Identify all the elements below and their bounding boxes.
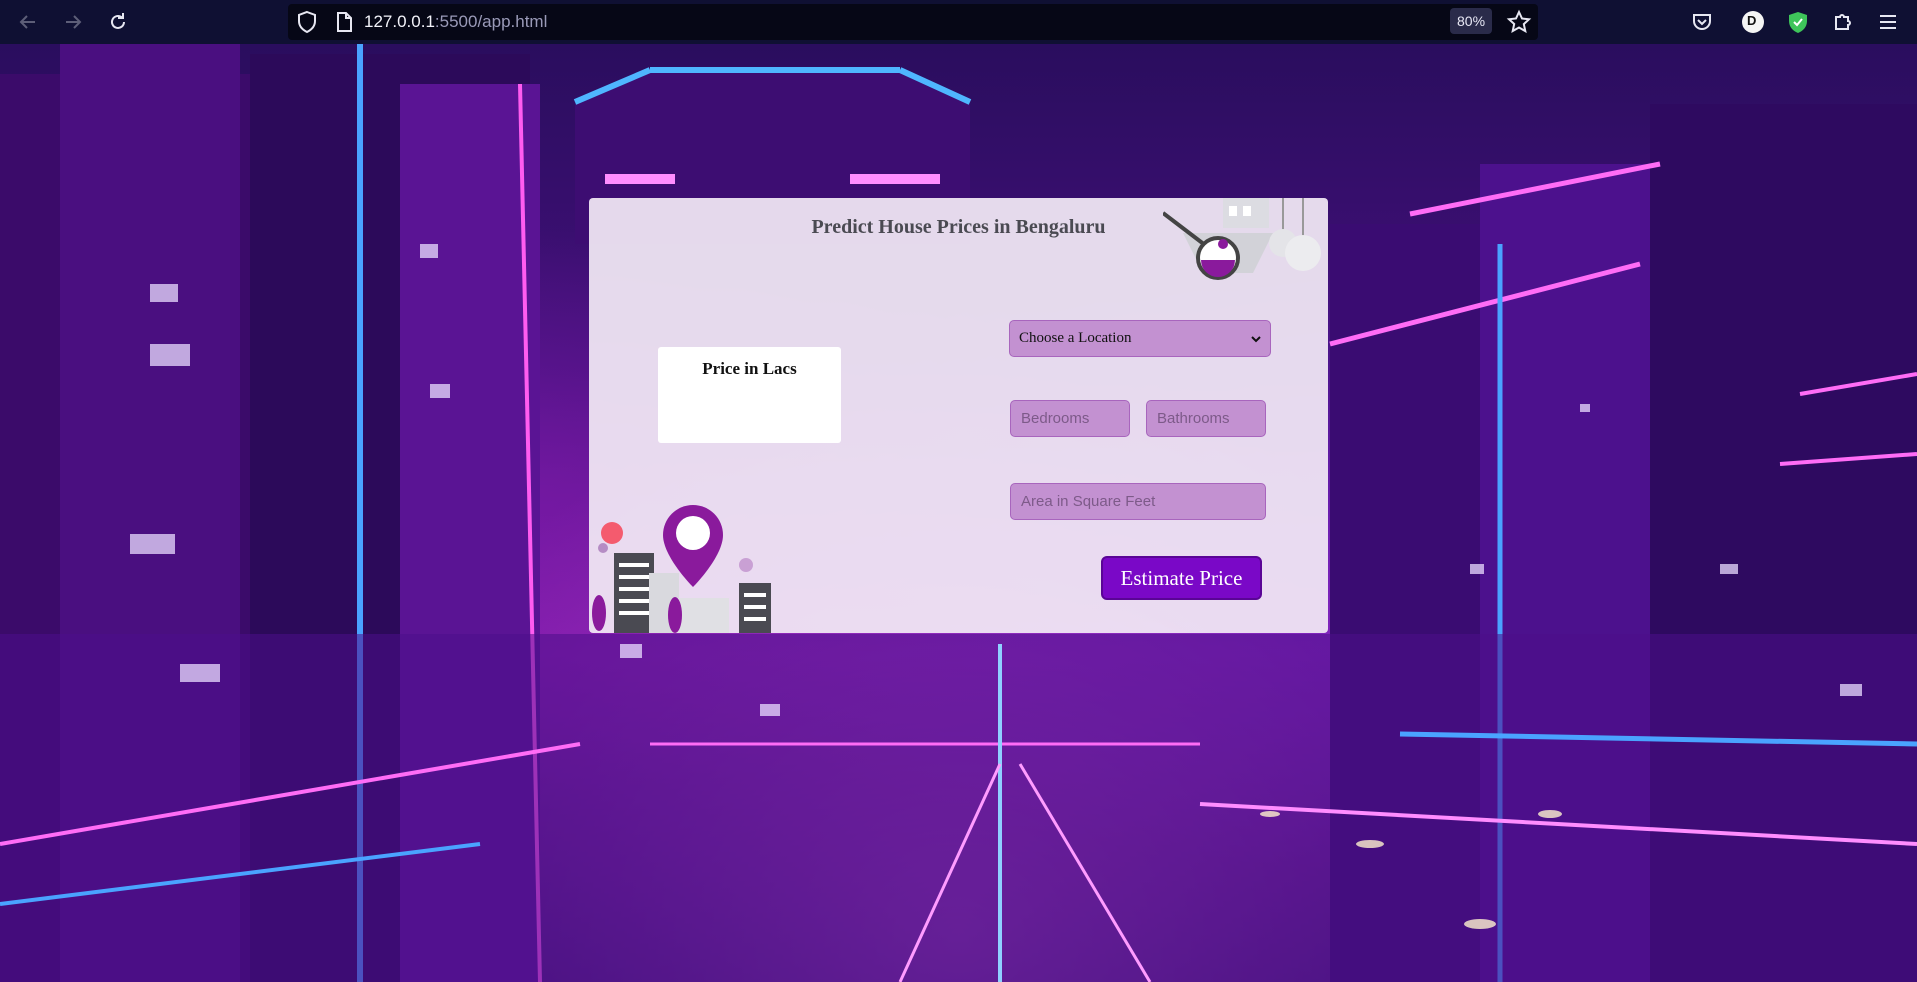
bathrooms-placeholder: Bathrooms bbox=[1157, 410, 1230, 427]
bedrooms-placeholder: Bedrooms bbox=[1021, 410, 1090, 427]
bedrooms-input[interactable]: Bedrooms bbox=[1010, 400, 1130, 437]
puzzle-piece-icon bbox=[1835, 14, 1851, 30]
zoom-level-badge[interactable]: 80% bbox=[1450, 8, 1493, 34]
forward-button[interactable] bbox=[59, 8, 87, 36]
browser-toolbar: 127.0.0.1:5500/app.html 80% D bbox=[0, 0, 1917, 44]
hamburger-menu-icon bbox=[1880, 15, 1896, 29]
url-text[interactable]: 127.0.0.1:5500/app.html bbox=[364, 11, 547, 33]
price-result-box: Price in Lacs bbox=[658, 347, 841, 443]
extensions-button[interactable] bbox=[1830, 9, 1856, 35]
city-location-pin-illustration bbox=[592, 505, 771, 633]
price-result-label: Price in Lacs bbox=[702, 359, 797, 378]
bathrooms-input[interactable]: Bathrooms bbox=[1146, 400, 1266, 437]
prediction-card: Predict House Prices in Bengaluru Price … bbox=[589, 198, 1328, 633]
extension-shield-button[interactable] bbox=[1785, 9, 1811, 35]
reload-icon bbox=[111, 13, 125, 29]
url-path: :5500/app.html bbox=[434, 12, 548, 31]
url-host: 127.0.0.1 bbox=[364, 12, 435, 31]
account-button[interactable]: D bbox=[1740, 9, 1766, 35]
bookmark-star-icon[interactable] bbox=[1506, 9, 1532, 35]
location-select[interactable]: Choose a Location bbox=[1009, 320, 1271, 357]
app-menu-button[interactable] bbox=[1875, 9, 1901, 35]
tracking-protection-shield-icon[interactable] bbox=[296, 10, 318, 34]
pocket-button[interactable] bbox=[1689, 9, 1715, 35]
estimate-price-button[interactable]: Estimate Price bbox=[1101, 556, 1262, 600]
chevron-down-icon bbox=[1251, 336, 1261, 343]
pocket-icon bbox=[1693, 14, 1711, 30]
back-arrow-icon bbox=[19, 15, 35, 29]
flask-illustration bbox=[1163, 198, 1321, 280]
area-placeholder: Area in Square Feet bbox=[1021, 493, 1156, 510]
forward-arrow-icon bbox=[66, 15, 82, 29]
page-viewport: Predict House Prices in Bengaluru Price … bbox=[0, 44, 1917, 982]
profile-initial: D bbox=[1747, 13, 1757, 28]
back-button[interactable] bbox=[14, 8, 42, 36]
page-info-icon[interactable] bbox=[334, 11, 354, 33]
green-shield-extension-icon bbox=[1789, 12, 1807, 33]
reload-button[interactable] bbox=[104, 8, 132, 36]
area-input[interactable]: Area in Square Feet bbox=[1010, 483, 1266, 520]
location-select-value: Choose a Location bbox=[1019, 330, 1132, 346]
